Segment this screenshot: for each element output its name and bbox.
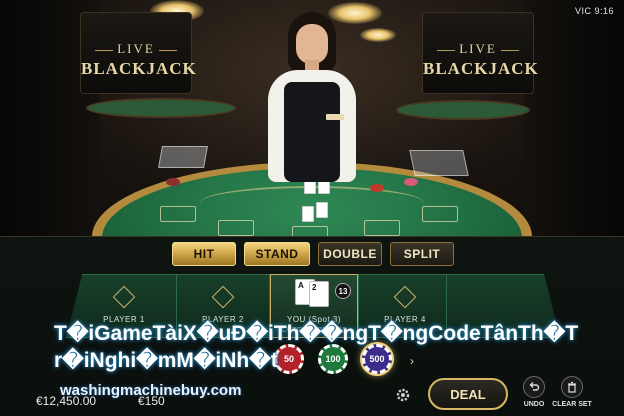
split-button[interactable]: SPLIT	[390, 242, 454, 266]
diamond-icon	[112, 285, 136, 309]
deal-button[interactable]: DEAL	[428, 378, 508, 410]
watermark-overlay: T�iGameTàiX�uĐ�iTh��ngT�ngCodeTânTh�T r�…	[54, 320, 594, 399]
table-card	[316, 202, 328, 218]
trash-icon	[561, 376, 583, 398]
double-button[interactable]: DOUBLE	[318, 242, 382, 266]
diamond-icon	[211, 285, 235, 309]
player-card: 2	[309, 281, 329, 307]
clear-set-button[interactable]: CLEAR SET	[552, 376, 592, 408]
watermark-site: washingmachinebuy.com	[60, 382, 242, 399]
felt-betting-box	[422, 206, 458, 222]
diamond-icon	[393, 285, 417, 309]
felt-betting-box	[292, 226, 328, 236]
undo-icon	[523, 376, 545, 398]
background-table-left	[86, 98, 236, 118]
action-buttons: HIT STAND DOUBLE SPLIT	[172, 242, 454, 266]
gear-icon	[396, 388, 410, 402]
chandelier	[360, 28, 396, 42]
hit-button[interactable]: HIT	[172, 242, 236, 266]
chip-stack	[370, 184, 384, 192]
hand-total-badge: 13	[335, 283, 351, 299]
felt-betting-box	[364, 220, 400, 236]
felt-betting-box	[160, 206, 196, 222]
card-shoe	[158, 146, 208, 168]
live-blackjack-sign-left: LIVE BLACKJACK	[80, 12, 196, 94]
live-blackjack-sign-right: LIVE BLACKJACK	[422, 12, 538, 94]
stand-button[interactable]: STAND	[244, 242, 310, 266]
undo-button[interactable]: UNDO	[514, 376, 554, 408]
watermark-line-1: T�iGameTàiX�uĐ�iTh��ngT�ngCodeTânTh�T	[54, 322, 579, 345]
settings-gear-icon[interactable]	[392, 384, 414, 406]
chip-stack	[404, 178, 418, 186]
table-card	[302, 206, 314, 222]
live-video-stream: LIVE BLACKJACK LIVE BLACKJACK VIC 9:16	[0, 0, 624, 236]
discard-tray	[409, 150, 469, 176]
felt-betting-box	[218, 220, 254, 236]
background-table-right	[396, 100, 530, 120]
dealer-name-tag	[326, 114, 344, 120]
casino-wall-right	[524, 0, 624, 236]
stream-time: VIC 9:16	[574, 6, 614, 16]
chip-stack	[166, 178, 180, 186]
dealer	[262, 12, 362, 182]
watermark-line-2: r�iNghi�mM�iNh�t	[54, 349, 278, 372]
